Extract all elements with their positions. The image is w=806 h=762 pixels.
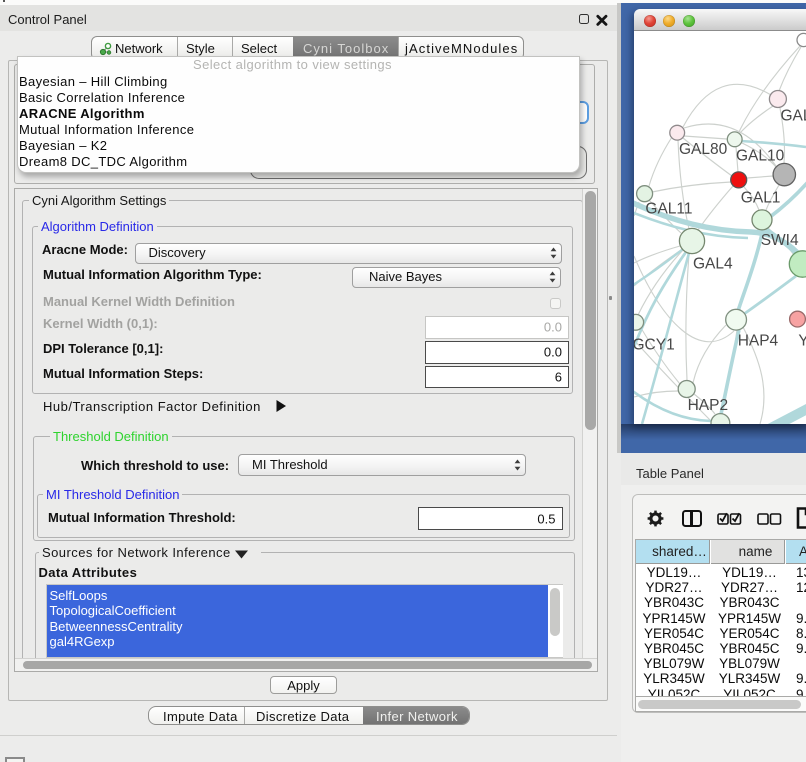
svg-text:SWI4: SWI4 xyxy=(761,232,799,249)
svg-text:GAL1: GAL1 xyxy=(741,190,781,207)
svg-text:Y: Y xyxy=(798,333,806,350)
svg-text:GAL4: GAL4 xyxy=(693,256,733,273)
svg-text:GAL: GAL xyxy=(781,108,806,125)
svg-text:GAL80: GAL80 xyxy=(679,141,728,158)
svg-text:GAL10: GAL10 xyxy=(736,148,785,165)
svg-text:GAL11: GAL11 xyxy=(645,201,692,218)
svg-text:GCY1: GCY1 xyxy=(634,337,675,354)
svg-text:HAP2: HAP2 xyxy=(688,397,729,414)
svg-text:HAP4: HAP4 xyxy=(738,333,779,350)
